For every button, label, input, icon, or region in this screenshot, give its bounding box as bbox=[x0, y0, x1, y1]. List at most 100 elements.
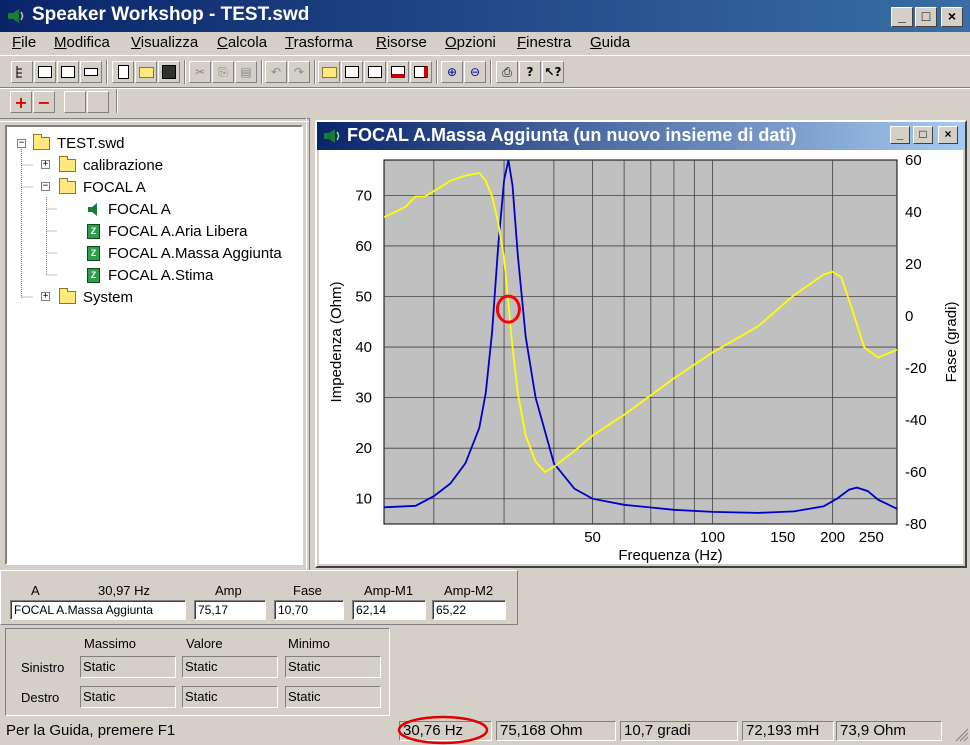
menu-modifica[interactable]: Modifica bbox=[54, 34, 110, 51]
readout-amp-m1-field[interactable]: 62,14 bbox=[352, 600, 426, 620]
impedance-data-icon: Z bbox=[87, 245, 100, 261]
resize-grip-icon[interactable] bbox=[955, 728, 969, 742]
menu-trasforma[interactable]: Trasforma bbox=[285, 34, 353, 51]
expand-calibrazione-icon[interactable]: + bbox=[41, 160, 50, 169]
status-bar: Per la Guida, premere F1 30,76 Hz 75,168… bbox=[0, 715, 970, 745]
stats-panel: Massimo Valore Minimo Sinistro Static St… bbox=[5, 628, 390, 716]
redo-icon[interactable]: ↷ bbox=[288, 61, 310, 83]
stats-sinistro-massimo: Static bbox=[80, 656, 176, 678]
blank-button-2[interactable] bbox=[87, 91, 109, 113]
y-tick-label: 20 bbox=[355, 440, 372, 457]
status-impedance: 75,168 Ohm bbox=[496, 721, 616, 741]
status-help-text: Per la Guida, premere F1 bbox=[6, 722, 176, 739]
new-file-icon[interactable] bbox=[112, 61, 134, 83]
menu-finestra[interactable]: Finestra bbox=[517, 34, 571, 51]
x-tick-label: 200 bbox=[820, 529, 845, 546]
stats-row-destro: Destro bbox=[21, 690, 60, 705]
menu-visualizza[interactable]: Visualizza bbox=[131, 34, 198, 51]
y2-tick-label: 60 bbox=[905, 152, 922, 169]
main-toolbar: ✂ ⎘ ▤ ↶ ↷ ⊕ ⊖ ⎙ ? ↖? bbox=[0, 55, 970, 87]
view-large-icon[interactable] bbox=[34, 61, 56, 83]
y2-tick-label: -40 bbox=[905, 412, 927, 429]
zoom-in-icon[interactable]: ⊕ bbox=[441, 61, 463, 83]
cut-icon[interactable]: ✂ bbox=[189, 61, 211, 83]
folder-icon bbox=[33, 133, 50, 150]
readout-amp-field[interactable]: 75,17 bbox=[194, 600, 266, 620]
stats-header-massimo: Massimo bbox=[84, 636, 137, 651]
y2-tick-label: -80 bbox=[905, 516, 927, 533]
readout-amp-m2-field[interactable]: 65,22 bbox=[432, 600, 506, 620]
open-folder-icon[interactable] bbox=[135, 61, 157, 83]
save-icon[interactable] bbox=[158, 61, 180, 83]
impedance-data-icon: Z bbox=[87, 267, 100, 283]
speaker-icon bbox=[324, 129, 340, 143]
x-tick-label: 150 bbox=[770, 529, 795, 546]
chart-close-button[interactable]: × bbox=[938, 126, 958, 144]
open-data-icon[interactable] bbox=[318, 61, 340, 83]
close-button[interactable]: × bbox=[941, 7, 963, 27]
minimize-button[interactable]: _ bbox=[891, 7, 913, 27]
y-tick-label: 60 bbox=[355, 238, 372, 255]
chart-area: 10 20 30 40 50 60 70 60 40 20 0 -20 -40 -60 -80 50 100 15… bbox=[319, 150, 963, 564]
expand-system-icon[interactable]: + bbox=[41, 292, 50, 301]
readout-dataset-field[interactable]: FOCAL A.Massa Aggiunta bbox=[10, 600, 186, 620]
vertical-splitter[interactable] bbox=[306, 118, 310, 570]
menu-guida[interactable]: Guida bbox=[590, 34, 630, 51]
tree-item-system[interactable]: System bbox=[59, 287, 133, 307]
chart-maximize-button[interactable]: □ bbox=[913, 126, 933, 144]
readout-amp-m2-header: Amp-M2 bbox=[444, 583, 494, 598]
title-bar: Speaker Workshop - TEST.swd _ □ × bbox=[0, 0, 970, 32]
copy-icon[interactable]: ⎘ bbox=[212, 61, 234, 83]
collapse-focal-a-icon[interactable]: − bbox=[41, 182, 50, 191]
menu-file[interactable]: File bbox=[12, 34, 36, 51]
tree-view-icon[interactable] bbox=[11, 61, 33, 83]
add-icon[interactable]: + bbox=[10, 91, 32, 113]
readout-fase-field[interactable]: 10,70 bbox=[274, 600, 344, 620]
speaker-icon bbox=[87, 202, 100, 217]
impedance-data-icon: Z bbox=[87, 223, 100, 239]
stats-header-minimo: Minimo bbox=[288, 636, 330, 651]
y2-tick-label: -20 bbox=[905, 360, 927, 377]
y-tick-label: 70 bbox=[355, 187, 372, 204]
menu-opzioni[interactable]: Opzioni bbox=[445, 34, 496, 51]
stats-destro-valore: Static bbox=[182, 686, 278, 708]
status-phase: 10,7 gradi bbox=[620, 721, 738, 741]
undo-icon[interactable]: ↶ bbox=[265, 61, 287, 83]
collapse-root-icon[interactable]: − bbox=[17, 139, 26, 148]
readout-panel: A 30,97 Hz Amp Fase Amp-M1 Amp-M2 FOCAL … bbox=[0, 570, 518, 625]
print-icon[interactable]: ⎙ bbox=[496, 61, 518, 83]
zoom-out-icon[interactable]: ⊖ bbox=[464, 61, 486, 83]
chart-minimize-button[interactable]: _ bbox=[890, 126, 910, 144]
help-icon[interactable]: ? bbox=[519, 61, 541, 83]
tree-item-calibrazione[interactable]: calibrazione bbox=[59, 155, 163, 175]
readout-fase-header: Fase bbox=[293, 583, 322, 598]
tree-item-aria-libera[interactable]: Z FOCAL A.Aria Libera bbox=[87, 221, 248, 241]
blank-button-1[interactable] bbox=[64, 91, 86, 113]
stats-destro-massimo: Static bbox=[80, 686, 176, 708]
tree-item-focal-a-folder[interactable]: FOCAL A bbox=[59, 177, 146, 197]
chart-window-titlebar: FOCAL A.Massa Aggiunta (un nuovo insieme… bbox=[317, 122, 965, 150]
tree-item-massa-aggiunta[interactable]: Z FOCAL A.Massa Aggiunta bbox=[87, 243, 282, 263]
view-details-icon[interactable] bbox=[80, 61, 102, 83]
menu-risorse[interactable]: Risorse bbox=[376, 34, 427, 51]
readout-freq-header: 30,97 Hz bbox=[98, 583, 151, 598]
status-inductance: 72,193 mH bbox=[742, 721, 834, 741]
paste-icon[interactable]: ▤ bbox=[235, 61, 257, 83]
y-tick-label: 10 bbox=[355, 491, 372, 508]
graph-icon[interactable] bbox=[364, 61, 386, 83]
tree-item-focal-a-speaker[interactable]: FOCAL A bbox=[87, 199, 171, 219]
chart-window-title: FOCAL A.Massa Aggiunta (un nuovo insieme… bbox=[347, 125, 797, 145]
context-help-icon[interactable]: ↖? bbox=[542, 61, 564, 83]
menu-calcola[interactable]: Calcola bbox=[217, 34, 267, 51]
tree-item-stima[interactable]: Z FOCAL A.Stima bbox=[87, 265, 213, 285]
measure-icon[interactable] bbox=[410, 61, 432, 83]
panel-splitter[interactable] bbox=[0, 118, 310, 122]
view-small-icon[interactable] bbox=[57, 61, 79, 83]
document-tree: − TEST.swd + calibrazione − FOCAL A FOCA… bbox=[5, 125, 303, 565]
record-icon[interactable] bbox=[387, 61, 409, 83]
y2-tick-label: 40 bbox=[905, 204, 922, 221]
remove-icon[interactable]: − bbox=[33, 91, 55, 113]
maximize-button[interactable]: □ bbox=[915, 7, 937, 27]
chart-window-icon[interactable] bbox=[341, 61, 363, 83]
y-axis-label: Impedenza (Ohm) bbox=[328, 282, 345, 403]
